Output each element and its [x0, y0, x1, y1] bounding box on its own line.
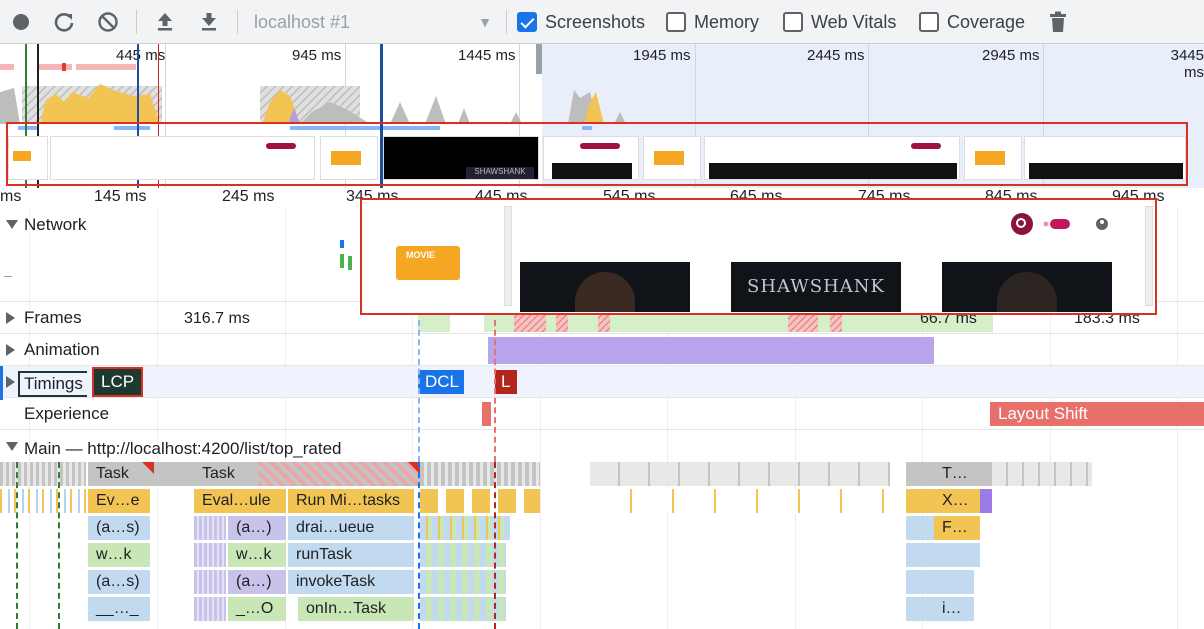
- trash-icon[interactable]: [1043, 7, 1073, 37]
- call-frame[interactable]: (a…s): [88, 570, 150, 594]
- call-frame[interactable]: runTask: [288, 543, 414, 567]
- checkbox-icon: [666, 12, 686, 32]
- task-block[interactable]: T…: [934, 462, 992, 486]
- animation-bar[interactable]: [488, 337, 934, 364]
- call-frame[interactable]: onIn…Task: [298, 597, 414, 621]
- movie-logo: MOVIE: [396, 246, 460, 280]
- ruler-tick-label: 145 ms: [94, 188, 147, 205]
- main-track-label: Main — http://localhost:4200/list/top_ra…: [24, 439, 342, 458]
- overview-network-bar: [0, 64, 14, 70]
- call-frame[interactable]: __…_: [88, 597, 150, 621]
- load-marker[interactable]: L: [495, 370, 517, 394]
- record-icon[interactable]: [6, 7, 36, 37]
- checkbox-icon: [517, 12, 537, 32]
- network-track-label: Network: [24, 215, 87, 234]
- screenshots-label: Screenshots: [545, 11, 646, 32]
- call-frame[interactable]: w…k: [88, 543, 150, 567]
- movie-poster: SHAWSHANK: [731, 262, 901, 312]
- scrollbar: [504, 206, 512, 306]
- search-icon: [1011, 213, 1108, 235]
- dcl-marker[interactable]: DCL: [418, 370, 464, 394]
- ruler-tick-label: ms: [0, 188, 22, 205]
- coverage-checkbox[interactable]: Coverage: [919, 11, 1025, 33]
- profile-select[interactable]: localhost #1 ▼: [246, 8, 496, 36]
- main-track-header[interactable]: Main — http://localhost:4200/list/top_ra…: [0, 430, 1204, 462]
- coverage-label: Coverage: [947, 11, 1026, 32]
- profile-label: localhost #1: [254, 12, 351, 32]
- frames-strip: [418, 314, 993, 332]
- layout-shift-bar[interactable]: Layout Shift: [990, 402, 1204, 426]
- cpu-activity-chart: [0, 84, 626, 124]
- screenshot-preview-popup: MOVIE SHAWSHANK: [360, 198, 1157, 315]
- expand-arrow-icon[interactable]: [6, 344, 15, 356]
- overview-tick-label: 2445 ms: [807, 47, 865, 64]
- call-frame[interactable]: X…: [934, 489, 980, 513]
- call-frame[interactable]: (a…): [228, 570, 286, 594]
- scrollbar: [1145, 206, 1153, 306]
- timings-track[interactable]: Timings LCP DCL L: [0, 366, 1204, 398]
- animation-track-label: Animation: [24, 340, 100, 359]
- expand-arrow-icon[interactable]: [6, 376, 15, 388]
- movie-poster: [520, 262, 690, 312]
- reload-icon[interactable]: [49, 7, 79, 37]
- chevron-down-icon: ▼: [478, 14, 492, 30]
- overview-tick-label: 1445 ms: [458, 47, 516, 64]
- web-vitals-checkbox[interactable]: Web Vitals: [783, 11, 896, 33]
- overview-tick-label: 2945 ms: [982, 47, 1040, 64]
- call-frame[interactable]: _…O: [228, 597, 286, 621]
- call-frame[interactable]: (a…s): [88, 516, 150, 540]
- download-icon[interactable]: [194, 7, 224, 37]
- call-frame[interactable]: i…: [934, 597, 974, 621]
- clear-icon[interactable]: [93, 7, 123, 37]
- checkbox-icon: [783, 12, 803, 32]
- call-frame[interactable]: (a…): [228, 516, 286, 540]
- frames-track-label: Frames: [24, 308, 82, 327]
- memory-checkbox[interactable]: Memory: [666, 11, 759, 33]
- overview-tick-label: 1945 ms: [633, 47, 691, 64]
- layout-shift-marker[interactable]: [482, 402, 491, 426]
- web-vitals-label: Web Vitals: [811, 11, 897, 32]
- ruler-tick-label: 245 ms: [222, 188, 275, 205]
- screenshots-filmstrip-highlight: [6, 122, 1188, 186]
- frame-duration: 316.7 ms: [184, 310, 250, 327]
- overview-network-bar: [62, 63, 66, 71]
- screenshots-checkbox[interactable]: Screenshots: [517, 11, 645, 33]
- call-frame[interactable]: Eval…ule: [194, 489, 286, 513]
- call-frame[interactable]: w…k: [228, 543, 286, 567]
- call-frame[interactable]: Run Mi…tasks: [288, 489, 414, 513]
- experience-track[interactable]: Experience Layout Shift: [0, 398, 1204, 430]
- expand-arrow-icon[interactable]: [6, 312, 15, 324]
- toolbar: localhost #1 ▼ Screenshots Memory Web Vi…: [0, 0, 1204, 44]
- call-frame[interactable]: invokeTask: [288, 570, 414, 594]
- animation-track[interactable]: Animation: [0, 334, 1204, 366]
- timings-track-label: Timings: [18, 371, 87, 397]
- overview-network-bar: [38, 64, 72, 70]
- collapse-arrow-icon[interactable]: [6, 442, 18, 451]
- flame-chart[interactable]: Task Task T… Ev…e Eval…ule Run Mi…tasks …: [0, 462, 1204, 629]
- experience-track-label: Experience: [24, 404, 110, 423]
- overview-tick-label: 945 ms: [292, 47, 342, 64]
- memory-label: Memory: [694, 11, 760, 32]
- collapse-arrow-icon[interactable]: [6, 220, 18, 229]
- overview-network-bar: [76, 64, 136, 70]
- call-frame[interactable]: F…: [934, 516, 980, 540]
- overview-tick-label: 3445 ms: [1170, 47, 1204, 81]
- call-frame[interactable]: Ev…e: [88, 489, 150, 513]
- timeline-overview[interactable]: 445 ms 945 ms 1445 ms 1945 ms 2445 ms 29…: [0, 44, 1204, 188]
- poster-title: SHAWSHANK: [746, 276, 886, 297]
- task-block[interactable]: Task: [88, 462, 194, 486]
- lcp-marker[interactable]: LCP: [92, 367, 144, 397]
- movie-poster: [942, 262, 1112, 312]
- checkbox-icon: [919, 12, 939, 32]
- overview-window-handle[interactable]: [536, 44, 542, 74]
- upload-icon[interactable]: [150, 7, 180, 37]
- call-frame[interactable]: drai…ueue: [288, 516, 414, 540]
